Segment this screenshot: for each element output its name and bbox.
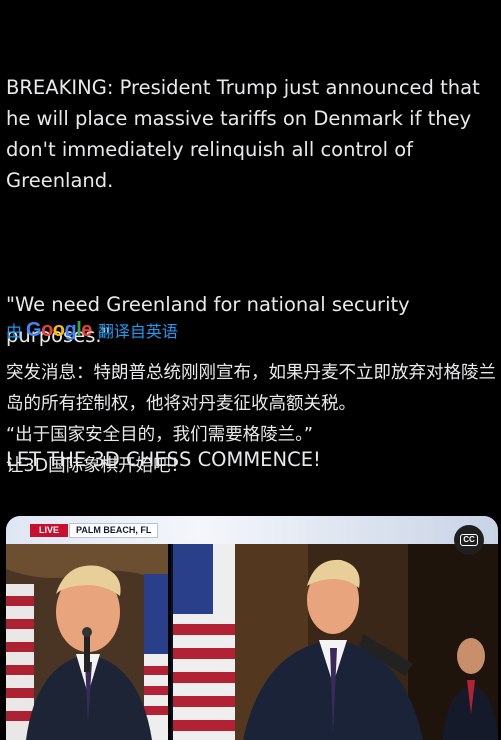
location-label: PALM BEACH, FL bbox=[70, 524, 158, 537]
video-frame-right bbox=[173, 544, 498, 740]
flag-left bbox=[6, 584, 34, 740]
closed-captions-icon: CC bbox=[460, 534, 478, 546]
translated-text: 突发消息：特朗普总统刚刚宣布，如果丹麦不立即放弃对格陵兰岛的所有控制权，他将对丹… bbox=[6, 358, 498, 482]
translated-by-google[interactable]: 由 Google 翻译自英语 bbox=[6, 318, 178, 342]
speaker-wide-image bbox=[173, 544, 498, 740]
live-badge: LIVE bbox=[30, 524, 68, 537]
flag-right bbox=[144, 574, 168, 740]
post-paragraph-breaking: BREAKING: President Trump just announced… bbox=[6, 76, 486, 192]
translation-paragraph-breaking: 突发消息：特朗普总统刚刚宣布，如果丹麦不立即放弃对格陵兰岛的所有控制权，他将对丹… bbox=[6, 363, 496, 414]
flag bbox=[173, 544, 235, 740]
video-player[interactable]: LIVE PALM BEACH, FL CC bbox=[6, 516, 498, 740]
google-logo: Google bbox=[26, 318, 92, 341]
translation-paragraph-chess: 让3D国际象棋开始吧！ bbox=[6, 456, 189, 476]
translation-paragraph-quote: “出于国家安全目的，我们需要格陵兰。” bbox=[6, 425, 313, 445]
translated-by-prefix: 由 bbox=[6, 322, 23, 341]
closed-captions-button[interactable]: CC bbox=[454, 525, 484, 555]
news-banner: LIVE PALM BEACH, FL bbox=[6, 516, 498, 544]
speaker-closeup-image bbox=[6, 544, 168, 740]
translate-source-link[interactable]: 翻译自英语 bbox=[98, 318, 178, 342]
video-frame-left bbox=[6, 544, 171, 740]
